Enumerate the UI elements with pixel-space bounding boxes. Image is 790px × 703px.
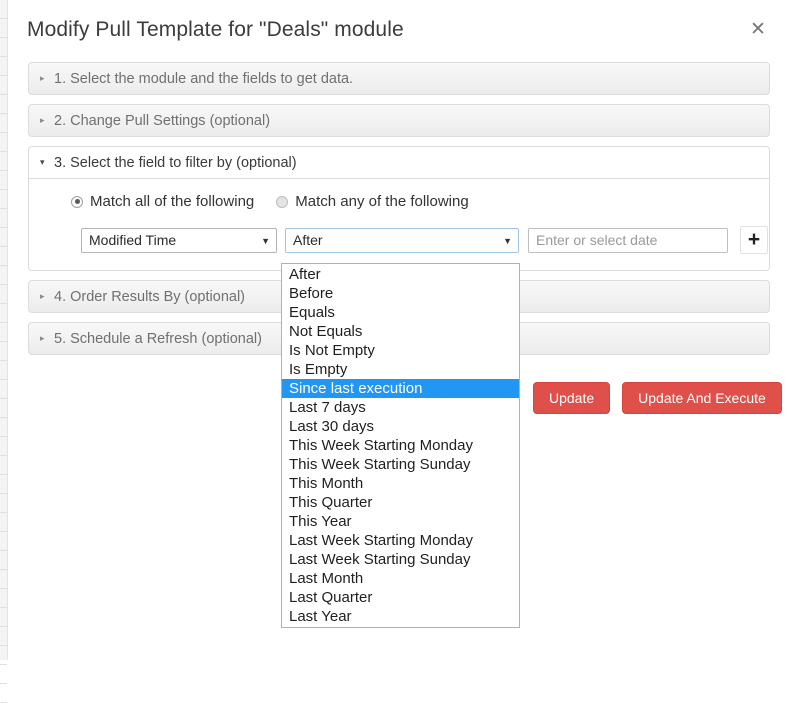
background-row [0,114,7,133]
background-row [0,684,7,703]
operator-option[interactable]: Equals [282,303,519,322]
radio-match-all-label: Match all of the following [90,193,255,210]
background-row [0,171,7,190]
background-row [0,76,7,95]
background-row [0,551,7,570]
operator-option[interactable]: This Week Starting Monday [282,436,519,455]
chevron-right-icon: ▸ [40,73,45,83]
add-filter-button[interactable]: + [740,226,768,254]
operator-option[interactable]: Not Equals [282,322,519,341]
background-row [0,380,7,399]
background-row [0,133,7,152]
chevron-right-icon: ▸ [40,291,45,301]
accordion-header-filter-field[interactable]: ▾ 3. Select the field to filter by (opti… [28,146,770,179]
background-row [0,152,7,171]
close-icon[interactable]: ✕ [747,19,769,41]
background-row [0,475,7,494]
background-row [0,228,7,247]
dialog-header: Modify Pull Template for "Deals" module … [8,0,790,62]
filter-criteria-row: Modified Time ▼ After ▼ + [29,226,769,254]
background-row [0,95,7,114]
accordion-label: 3. Select the field to filter by (option… [54,154,297,171]
operator-option[interactable]: This Quarter [282,493,519,512]
radio-unselected-icon [276,195,289,208]
operator-option[interactable]: Since last execution [282,379,519,398]
chevron-down-icon: ▾ [40,157,45,167]
operator-option[interactable]: This Month [282,474,519,493]
background-row [0,399,7,418]
operator-option[interactable]: Last 30 days [282,417,519,436]
filter-panel: Match all of the following Match any of … [28,179,770,271]
operator-option[interactable]: Before [282,284,519,303]
background-row [0,513,7,532]
background-row [0,0,7,19]
background-row [0,19,7,38]
update-and-execute-button[interactable]: Update And Execute [622,382,782,414]
background-row [0,418,7,437]
background-row [0,57,7,76]
background-row [0,209,7,228]
modify-pull-template-dialog: Modify Pull Template for "Deals" module … [8,0,790,660]
chevron-down-icon: ▼ [503,235,512,246]
background-row [0,342,7,361]
accordion-section-1: ▸ 1. Select the module and the fields to… [28,62,770,95]
page-title: Modify Pull Template for "Deals" module [27,18,404,41]
background-row [0,665,7,684]
background-row [0,608,7,627]
date-input[interactable] [528,227,728,253]
background-row [0,437,7,456]
background-row [0,323,7,342]
background-row [0,38,7,57]
background-row [0,266,7,285]
chevron-down-icon: ▼ [261,235,270,246]
background-row [0,646,7,665]
background-row [0,494,7,513]
dialog-action-buttons: Update Update And Execute [533,382,782,414]
background-row [0,456,7,475]
background-row [0,247,7,266]
accordion-section-3: ▾ 3. Select the field to filter by (opti… [28,146,770,271]
operator-option[interactable]: Last Quarter [282,588,519,607]
operator-option[interactable]: Last Month [282,569,519,588]
radio-match-any-label: Match any of the following [295,193,469,210]
accordion-label: 1. Select the module and the fields to g… [54,70,354,87]
background-row [0,570,7,589]
update-button[interactable]: Update [533,382,611,414]
chevron-right-icon: ▸ [40,333,45,343]
background-row [0,304,7,323]
operator-dropdown-list[interactable]: After Before Equals Not Equals Is Not Empty I… [281,263,520,628]
radio-match-all[interactable]: Match all of the following [71,193,254,210]
operator-option[interactable]: Last Year [282,607,519,626]
background-row [0,627,7,646]
chevron-right-icon: ▸ [40,115,45,125]
radio-match-any[interactable]: Match any of the following [276,193,469,210]
accordion-header-select-module[interactable]: ▸ 1. Select the module and the fields to… [28,62,770,95]
accordion-label: 5. Schedule a Refresh (optional) [54,330,262,347]
operator-option[interactable]: This Year [282,512,519,531]
accordion-section-2: ▸ 2. Change Pull Settings (optional) [28,104,770,137]
background-row [0,532,7,551]
accordion-label: 4. Order Results By (optional) [54,288,245,305]
radio-selected-icon [71,195,83,208]
background-page-strip [0,0,8,703]
operator-select[interactable]: After ▼ [285,227,519,253]
operator-option[interactable]: This Week Starting Sunday [282,455,519,474]
field-select[interactable]: Modified Time ▼ [81,227,277,253]
operator-option[interactable]: Last 7 days [282,398,519,417]
operator-option[interactable]: Last Week Starting Monday [282,531,519,550]
field-select-value: Modified Time [89,231,177,248]
background-row [0,190,7,209]
background-row [0,285,7,304]
operator-option[interactable]: Is Empty [282,360,519,379]
operator-option[interactable]: Last Week Starting Sunday [282,550,519,569]
background-row [0,361,7,380]
background-row [0,589,7,608]
accordion-header-pull-settings[interactable]: ▸ 2. Change Pull Settings (optional) [28,104,770,137]
operator-option[interactable]: After [282,265,519,284]
operator-select-value: After [293,231,323,248]
match-mode-radio-group: Match all of the following Match any of … [29,193,769,210]
accordion-label: 2. Change Pull Settings (optional) [54,112,271,129]
operator-option[interactable]: Is Not Empty [282,341,519,360]
